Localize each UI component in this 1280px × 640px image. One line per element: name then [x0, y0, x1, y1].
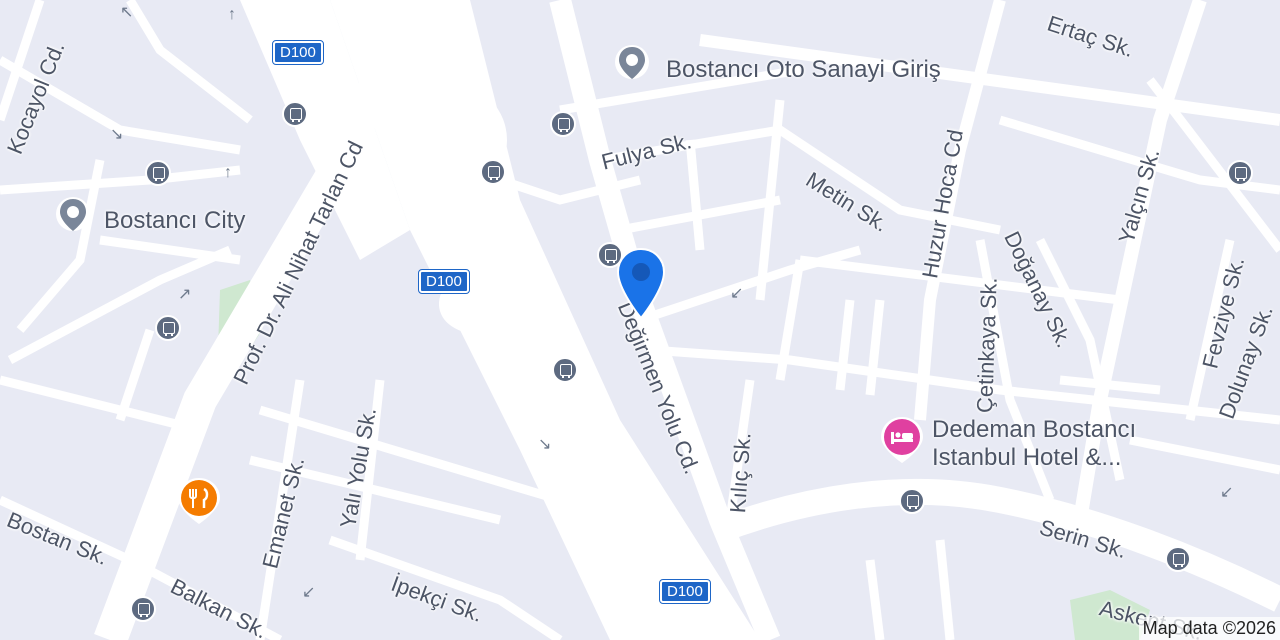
direction-arrow-icon: ↙ [1220, 484, 1234, 501]
map-attribution[interactable]: Map data ©2026 [1138, 617, 1280, 640]
place-label[interactable]: Bostancı City [104, 207, 245, 235]
hotel-icon[interactable] [879, 415, 925, 465]
hotel-label-line2: Istanbul Hotel &... [932, 444, 1122, 471]
hotel-label-line1: Dedeman Bostancı [932, 416, 1137, 443]
direction-arrow-icon: ↘ [110, 126, 124, 143]
direction-arrow-icon: ↙ [302, 584, 316, 601]
highway-shield: D100 [659, 579, 711, 604]
bus-stop-icon[interactable] [1165, 546, 1191, 572]
restaurant-icon[interactable] [176, 476, 222, 526]
direction-arrow-icon: ↖ [120, 4, 134, 21]
location-pin-icon[interactable] [614, 246, 668, 322]
place-pin-icon[interactable] [55, 196, 91, 232]
direction-arrow-icon: ↙ [730, 285, 744, 302]
bus-stop-icon[interactable] [550, 111, 576, 137]
highway-shield: D100 [272, 40, 324, 65]
bus-stop-icon[interactable] [145, 160, 171, 186]
bus-stop-icon[interactable] [480, 159, 506, 185]
highway-shield: D100 [418, 269, 470, 294]
place-pin-icon[interactable] [614, 44, 650, 80]
direction-arrow-icon: ↗ [178, 286, 192, 303]
bus-stop-icon[interactable] [282, 101, 308, 127]
bus-stop-icon[interactable] [130, 596, 156, 622]
map-canvas[interactable]: D100 D100 D100 Kocayol Cd. Prof. Dr. Ali… [0, 0, 1280, 640]
direction-arrow-icon: ↑ [224, 164, 232, 181]
street-label: Çetinkaya Sk. [972, 276, 1002, 414]
bus-stop-icon[interactable] [155, 315, 181, 341]
place-label[interactable]: Bostancı Oto Sanayi Giriş [666, 56, 941, 84]
bus-stop-icon[interactable] [1227, 160, 1253, 186]
hotel-label[interactable]: Dedeman Bostancı Istanbul Hotel &... [932, 416, 1136, 472]
direction-arrow-icon: ↑ [228, 6, 236, 23]
direction-arrow-icon: ↘ [538, 436, 552, 453]
bus-stop-icon[interactable] [552, 357, 578, 383]
bus-stop-icon[interactable] [899, 488, 925, 514]
